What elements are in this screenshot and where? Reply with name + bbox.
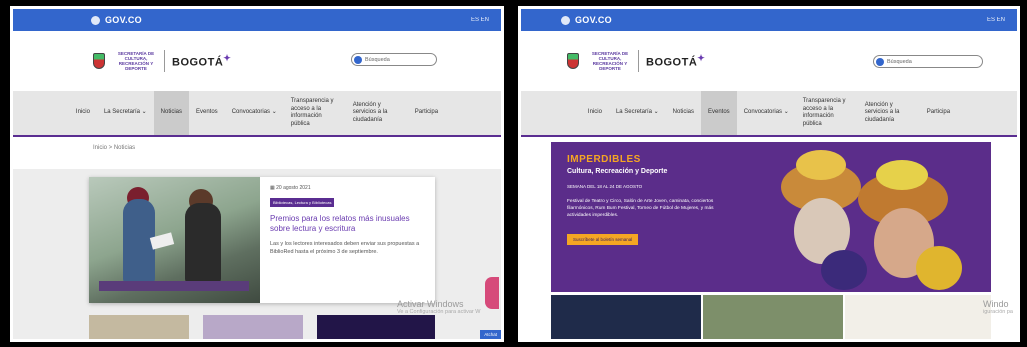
nav-item[interactable]: Participa: [408, 91, 445, 135]
calendar-icon: ▦: [270, 185, 275, 191]
main-nav: Inicio La Secretaría ⌄ Noticias Eventos Conv…: [521, 91, 1017, 137]
nav-item[interactable]: Transparencia y acceso a la información …: [284, 91, 346, 135]
bogota-logo[interactable]: BOGOTÁ✦: [646, 53, 705, 69]
secretaria-logo[interactable]: SECRETARÍA DE CULTURA, RECREACIÓN Y DEPO…: [589, 51, 631, 71]
event-thumbnail[interactable]: [551, 295, 701, 339]
news-date: ▦ 20 agosto 2021: [270, 185, 311, 191]
site-header: SECRETARÍA DE CULTURA, RECREACIÓN Y DEPO…: [13, 31, 501, 91]
news-thumbnail[interactable]: [317, 315, 435, 339]
hero-title: IMPERDIBLES: [567, 154, 641, 165]
event-thumbnail[interactable]: [845, 295, 991, 339]
hero-description: Festival de Teatro y Circo, Salón de Art…: [567, 199, 714, 218]
windows-activation-watermark: Activar Windows Ve a Configuración para a…: [397, 299, 481, 315]
nav-item[interactable]: Noticias: [666, 91, 701, 135]
search-icon: [876, 57, 884, 66]
nav-item[interactable]: Noticias: [153, 91, 189, 135]
gov-topbar: GOV.CO ES EN: [13, 9, 501, 31]
news-thumbnail[interactable]: [203, 315, 303, 339]
nav-item[interactable]: Eventos: [701, 91, 737, 135]
search-input[interactable]: Búsqueda: [873, 55, 983, 68]
gov-logo[interactable]: GOV.CO: [91, 15, 142, 25]
event-thumbnail[interactable]: [703, 295, 843, 339]
hero-image: [766, 150, 981, 292]
divider: [164, 50, 165, 72]
news-card[interactable]: ▦ 20 agosto 2021 Bibliotecas, Lectura y …: [89, 177, 435, 303]
nav-item[interactable]: La Secretaría ⌄: [609, 91, 666, 135]
secretaria-logo[interactable]: SECRETARÍA DE CULTURA, RECREACIÓN Y DEPO…: [115, 51, 157, 71]
search-input[interactable]: Búsqueda: [351, 53, 437, 66]
subscribe-button[interactable]: Suscríbete al boletín semanal: [567, 234, 639, 245]
news-title[interactable]: Premios para los relatos más inusuales s…: [270, 214, 425, 233]
gov-icon: [91, 15, 100, 25]
language-switch[interactable]: ES EN: [471, 17, 489, 23]
coat-of-arms-icon: [567, 53, 579, 69]
news-photo[interactable]: [89, 177, 260, 303]
windows-activation-watermark: Windo iguración pa: [983, 299, 1013, 315]
chat-button[interactable]: [485, 277, 499, 309]
nav-item[interactable]: Atención y servicios a la ciudadanía: [858, 91, 920, 135]
divider: [638, 50, 639, 72]
nav-item[interactable]: Inicio: [581, 91, 609, 135]
search-icon: [354, 55, 362, 64]
nav-item[interactable]: Convocatorias ⌄: [225, 91, 284, 135]
nav-item[interactable]: Eventos: [189, 91, 225, 135]
nav-item[interactable]: La Secretaría ⌄: [97, 91, 154, 135]
hero-dates: SEMANA DEL 18 AL 24 DE AGOSTO: [567, 184, 643, 189]
main-nav: Inicio La Secretaría ⌄ Noticias Eventos Conv…: [13, 91, 501, 137]
news-thumbnail[interactable]: [89, 315, 189, 339]
events-hero-banner[interactable]: IMPERDIBLES Cultura, Recreación y Deport…: [551, 142, 991, 292]
bogota-logo[interactable]: BOGOTÁ✦: [172, 53, 231, 69]
category-tag[interactable]: Bibliotecas, Lectura y Bibliotecas: [270, 198, 335, 207]
nav-item[interactable]: Participa: [920, 91, 957, 135]
language-switch[interactable]: ES EN: [987, 17, 1005, 23]
feedback-button[interactable]: Atchat: [480, 330, 501, 339]
gov-logo[interactable]: GOV.CO: [561, 15, 612, 25]
right-screenshot: GOV.CO ES EN SECRETARÍA DE CULTURA, RECR…: [516, 4, 1022, 344]
gov-icon: [561, 15, 570, 25]
left-screenshot: GOV.CO ES EN SECRETARÍA DE CULTURA, RECR…: [8, 4, 506, 344]
gov-topbar: GOV.CO ES EN: [521, 9, 1017, 31]
nav-item[interactable]: Transparencia y acceso a la información …: [796, 91, 858, 135]
site-header: SECRETARÍA DE CULTURA, RECREACIÓN Y DEPO…: [521, 31, 1017, 91]
hero-subtitle: Cultura, Recreación y Deporte: [567, 168, 668, 175]
nav-item[interactable]: Convocatorias ⌄: [737, 91, 796, 135]
news-description: Las y los lectores interesados deben env…: [270, 241, 420, 255]
coat-of-arms-icon: [93, 53, 105, 69]
nav-item[interactable]: Atención y servicios a la ciudadanía: [346, 91, 408, 135]
nav-item[interactable]: Inicio: [69, 91, 97, 135]
breadcrumb[interactable]: Inicio > Noticias: [13, 137, 501, 151]
